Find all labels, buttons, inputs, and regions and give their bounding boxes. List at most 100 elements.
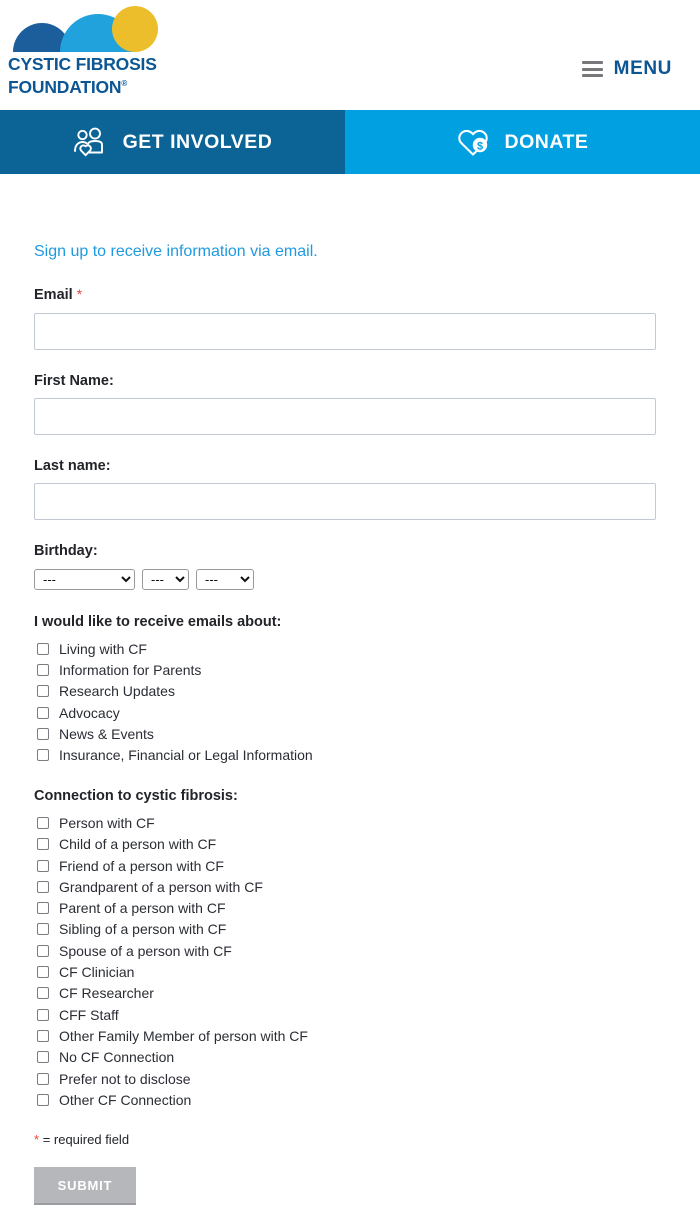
checkbox-input[interactable] <box>37 749 49 762</box>
birthday-year-select[interactable]: --- <box>196 568 254 590</box>
checkbox-row[interactable]: Friend of a person with CF <box>34 855 666 876</box>
checkbox-row[interactable]: Prefer not to disclose <box>34 1068 666 1089</box>
required-asterisk-icon: * <box>76 286 83 303</box>
email-input[interactable] <box>34 312 656 350</box>
people-heart-icon <box>73 127 103 157</box>
checkbox-label: CFF Staff <box>59 1006 119 1023</box>
checkbox-label: Prefer not to disclose <box>59 1070 191 1087</box>
checkbox-input[interactable] <box>37 1029 49 1042</box>
checkbox-row[interactable]: Research Updates <box>34 681 666 702</box>
connection-list: Person with CF Child of a person with CF F… <box>34 812 666 1110</box>
checkbox-label: Other CF Connection <box>59 1091 192 1108</box>
checkbox-label: Spouse of a person with CF <box>59 942 232 959</box>
checkbox-input[interactable] <box>37 944 49 957</box>
checkbox-row[interactable]: CFF Staff <box>34 1004 666 1025</box>
checkbox-input[interactable] <box>37 685 49 698</box>
checkbox-input[interactable] <box>37 1008 49 1021</box>
checkbox-input[interactable] <box>37 1051 49 1064</box>
birthday-selects: --- --- --- <box>34 568 666 590</box>
menu-button[interactable]: MENU <box>581 58 672 80</box>
required-asterisk-icon: * <box>34 1132 40 1148</box>
checkbox-row[interactable]: Information for Parents <box>34 659 666 680</box>
checkbox-row[interactable]: News & Events <box>34 723 666 744</box>
checkbox-label: Child of a person with CF <box>59 836 217 853</box>
heart-dollar-icon: $ <box>457 129 488 156</box>
checkbox-label: Person with CF <box>59 814 155 831</box>
menu-button-label: MENU <box>613 58 672 79</box>
logo-wordmark: CYSTIC FIBROSIS FOUNDATION® <box>8 55 188 97</box>
checkbox-label: Parent of a person with CF <box>59 900 226 917</box>
checkbox-row[interactable]: Spouse of a person with CF <box>34 940 666 961</box>
required-note-text: = required field <box>42 1132 130 1148</box>
email-topics-title: I would like to receive emails about: <box>34 613 282 630</box>
first-name-input[interactable] <box>34 397 656 435</box>
checkbox-row[interactable]: CF Clinician <box>34 961 666 982</box>
connection-title: Connection to cystic fibrosis: <box>34 787 238 804</box>
checkbox-label: Living with CF <box>59 640 147 657</box>
checkbox-label: Research Updates <box>59 683 175 700</box>
checkbox-row[interactable]: Other CF Connection <box>34 1089 666 1110</box>
last-name-input[interactable] <box>34 483 656 521</box>
logo-marks <box>8 6 168 54</box>
birthday-month-select[interactable]: --- <box>142 568 189 590</box>
logo-wordmark-line1: CYSTIC FIBROSIS <box>8 54 157 74</box>
logo-wordmark-line2-text: FOUNDATION <box>8 77 122 97</box>
registered-trademark-icon: ® <box>121 79 128 88</box>
form-intro-text: Sign up to receive information via email… <box>34 243 318 260</box>
checkbox-input[interactable] <box>37 966 49 979</box>
submit-button[interactable]: SUBMIT <box>34 1167 136 1205</box>
checkbox-row[interactable]: Insurance, Financial or Legal Informatio… <box>34 745 666 766</box>
checkbox-input[interactable] <box>37 1072 49 1085</box>
email-field-label: Email * <box>34 286 666 304</box>
checkbox-row[interactable]: Child of a person with CF <box>34 834 666 855</box>
checkbox-label: No CF Connection <box>59 1049 175 1066</box>
checkbox-label: CF Researcher <box>59 985 154 1002</box>
checkbox-label: CF Clinician <box>59 964 135 981</box>
svg-text:$: $ <box>476 140 482 152</box>
checkbox-input[interactable] <box>37 816 49 829</box>
hamburger-icon <box>581 61 603 77</box>
primary-action-navbar: GET INVOLVED $ DONATE <box>0 110 700 174</box>
birthday-day-select[interactable]: --- <box>34 568 135 590</box>
checkbox-row[interactable]: Advocacy <box>34 702 666 723</box>
checkbox-input[interactable] <box>37 642 49 655</box>
last-name-field-label: Last name: <box>34 457 111 474</box>
checkbox-input[interactable] <box>37 987 49 1000</box>
email-label-text: Email <box>34 287 73 304</box>
signup-form: Sign up to receive information via email… <box>0 174 700 1205</box>
checkbox-input[interactable] <box>37 1093 49 1106</box>
checkbox-input[interactable] <box>37 880 49 893</box>
checkbox-input[interactable] <box>37 859 49 872</box>
checkbox-label: Advocacy <box>59 704 120 721</box>
checkbox-label: Sibling of a person with CF <box>59 921 227 938</box>
checkbox-label: Insurance, Financial or Legal Informatio… <box>59 747 313 764</box>
birthday-field-label: Birthday: <box>34 543 98 560</box>
donate-button[interactable]: $ DONATE <box>345 110 700 174</box>
cystic-fibrosis-foundation-logo[interactable]: CYSTIC FIBROSIS FOUNDATION® <box>8 6 188 97</box>
checkbox-row[interactable]: Other Family Member of person with CF <box>34 1025 666 1046</box>
checkbox-input[interactable] <box>37 664 49 677</box>
checkbox-row[interactable]: Sibling of a person with CF <box>34 919 666 940</box>
checkbox-input[interactable] <box>37 706 49 719</box>
page-header: CYSTIC FIBROSIS FOUNDATION® MENU <box>0 0 700 110</box>
checkbox-row[interactable]: No CF Connection <box>34 1047 666 1068</box>
get-involved-label: GET INVOLVED <box>122 130 273 153</box>
logo-wordmark-line2: FOUNDATION® <box>8 74 188 97</box>
first-name-field-label: First Name: <box>34 372 114 389</box>
checkbox-input[interactable] <box>37 727 49 740</box>
checkbox-row[interactable]: Grandparent of a person with CF <box>34 876 666 897</box>
checkbox-label: News & Events <box>59 725 154 742</box>
checkbox-row[interactable]: Parent of a person with CF <box>34 898 666 919</box>
checkbox-label: Other Family Member of person with CF <box>59 1027 308 1044</box>
yellow-circle-icon <box>112 6 158 52</box>
checkbox-input[interactable] <box>37 923 49 936</box>
checkbox-input[interactable] <box>37 902 49 915</box>
checkbox-row[interactable]: Person with CF <box>34 812 666 833</box>
get-involved-button[interactable]: GET INVOLVED <box>0 110 345 174</box>
checkbox-label: Information for Parents <box>59 662 202 679</box>
checkbox-row[interactable]: CF Researcher <box>34 983 666 1004</box>
checkbox-row[interactable]: Living with CF <box>34 638 666 659</box>
checkbox-label: Grandparent of a person with CF <box>59 878 263 895</box>
email-topics-list: Living with CF Information for Parents Res… <box>34 638 666 766</box>
checkbox-input[interactable] <box>37 838 49 851</box>
